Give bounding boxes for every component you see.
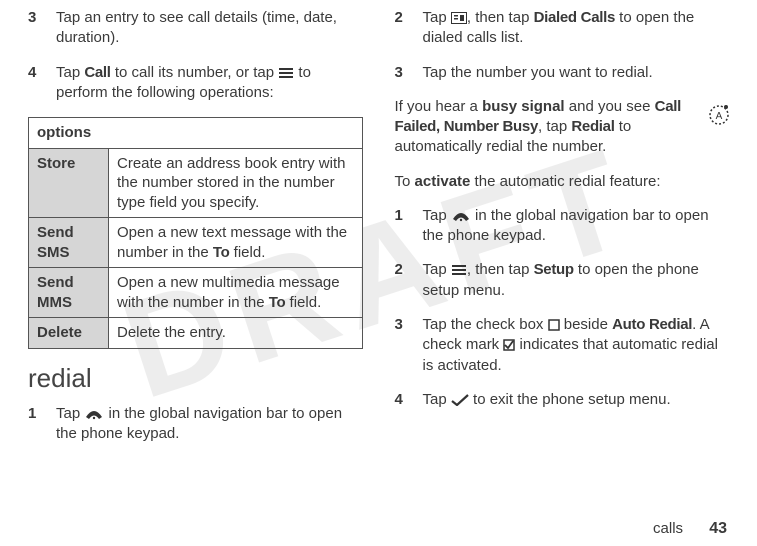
redial-label: Redial — [571, 118, 614, 135]
ok-check-icon — [451, 390, 469, 410]
step-text: Tap Call to call its number, or tap to p… — [56, 63, 363, 104]
table-row: Store Create an address book entry with … — [29, 148, 363, 218]
options-header: options — [29, 118, 363, 149]
text: , tap — [538, 118, 571, 135]
busy-signal-para: If you hear a busy signal and you see Ca… — [395, 97, 730, 158]
text: field. — [285, 294, 321, 311]
svg-text:A: A — [716, 111, 723, 122]
text: , then tap — [467, 262, 534, 279]
activate-para: To activate the automatic redial feature… — [395, 172, 730, 192]
step-text: Tap an entry to see call details (time, … — [56, 8, 363, 49]
step-number: 3 — [28, 8, 56, 49]
page-content: 3 Tap an entry to see call details (time… — [0, 0, 757, 458]
menu-icon — [451, 260, 467, 280]
activate-label: activate — [415, 173, 471, 190]
step-number: 2 — [395, 8, 423, 49]
to-field: To — [269, 294, 286, 311]
left-step-4: 4 Tap Call to call its number, or tap to… — [28, 63, 363, 104]
text: Tap — [423, 262, 451, 279]
text: Tap — [423, 391, 451, 408]
text: Tap — [423, 207, 451, 224]
text: to call its number, or tap — [111, 64, 279, 81]
checkbox-checked-icon — [503, 335, 515, 355]
row-desc: Create an address book entry with the nu… — [109, 148, 363, 218]
step-number: 2 — [395, 260, 423, 301]
row-desc: Delete the entry. — [109, 318, 363, 349]
page-number: 43 — [709, 520, 727, 537]
call-label: Call — [84, 64, 110, 81]
text: Tap — [56, 64, 84, 81]
text: Tap the check box — [423, 316, 548, 333]
options-table: options Store Create an address book ent… — [28, 117, 363, 349]
step-number: 4 — [395, 390, 423, 410]
table-row: Send SMS Open a new text message with th… — [29, 218, 363, 268]
step-number: 4 — [28, 63, 56, 104]
to-field: To — [213, 244, 230, 261]
step-number: 1 — [28, 404, 56, 445]
activate-step-4: 4 Tap to exit the phone setup menu. — [395, 390, 730, 410]
table-row: Send MMS Open a new multimedia message w… — [29, 268, 363, 318]
text: If you hear a — [395, 98, 483, 115]
call-log-icon — [451, 8, 467, 28]
step-text: Tap the number you want to redial. — [423, 63, 730, 83]
left-column: 3 Tap an entry to see call details (time… — [28, 8, 363, 458]
step-number: 3 — [395, 63, 423, 83]
step-number: 1 — [395, 206, 423, 247]
dialed-calls-label: Dialed Calls — [534, 9, 615, 26]
left-step-3: 3 Tap an entry to see call details (time… — [28, 8, 363, 49]
busy-signal-label: busy signal — [482, 98, 565, 115]
page-footer: calls 43 — [653, 520, 727, 538]
text: the automatic redial feature: — [470, 173, 660, 190]
step-text: Tap in the global navigation bar to open… — [56, 404, 363, 445]
step-text: Tap in the global navigation bar to open… — [423, 206, 730, 247]
auto-redial-label: Auto Redial — [612, 316, 692, 333]
left-redial-step-1: 1 Tap in the global navigation bar to op… — [28, 404, 363, 445]
activate-step-1: 1 Tap in the global navigation bar to op… — [395, 206, 730, 247]
text: field. — [230, 244, 266, 261]
row-label: Store — [29, 148, 109, 218]
text: beside — [560, 316, 613, 333]
row-desc: Open a new multimedia message with the n… — [109, 268, 363, 318]
text: , then tap — [467, 9, 534, 26]
footer-section: calls — [653, 520, 683, 537]
text: and you see — [565, 98, 655, 115]
activate-step-2: 2 Tap , then tap Setup to open the phone… — [395, 260, 730, 301]
text: to exit the phone setup menu. — [469, 391, 671, 408]
right-step-2: 2 Tap , then tap Dialed Calls to open th… — [395, 8, 730, 49]
row-desc: Open a new text message with the number … — [109, 218, 363, 268]
right-column: 2 Tap , then tap Dialed Calls to open th… — [395, 8, 730, 458]
text: Tap — [423, 9, 451, 26]
right-step-3: 3 Tap the number you want to redial. — [395, 63, 730, 83]
menu-icon — [278, 63, 294, 83]
phone-icon — [451, 206, 471, 226]
step-text: Tap , then tap Setup to open the phone s… — [423, 260, 730, 301]
row-label: Send SMS — [29, 218, 109, 268]
table-header-row: options — [29, 118, 363, 149]
step-number: 3 — [395, 315, 423, 376]
feature-badge-icon: A — [707, 102, 731, 128]
step-text: Tap , then tap Dialed Calls to open the … — [423, 8, 730, 49]
table-row: Delete Delete the entry. — [29, 318, 363, 349]
row-label: Delete — [29, 318, 109, 349]
redial-heading: redial — [28, 363, 363, 394]
checkbox-empty-icon — [548, 315, 560, 335]
setup-label: Setup — [534, 262, 574, 279]
text: To — [395, 173, 415, 190]
text: Tap — [56, 405, 84, 422]
step-text: Tap the check box beside Auto Redial. A … — [423, 315, 730, 376]
activate-step-3: 3 Tap the check box beside Auto Redial. … — [395, 315, 730, 376]
phone-icon — [84, 404, 104, 424]
step-text: Tap to exit the phone setup menu. — [423, 390, 730, 410]
row-label: Send MMS — [29, 268, 109, 318]
